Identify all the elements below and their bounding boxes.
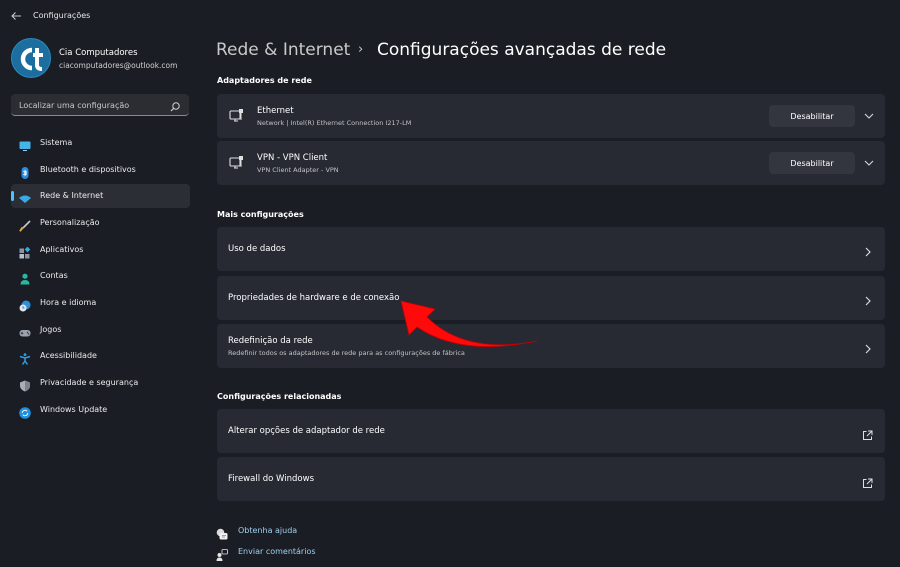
gamepad-icon: [19, 324, 31, 337]
avatar[interactable]: [11, 38, 51, 78]
sidebar-item-hora-idioma[interactable]: Hora e idioma: [11, 291, 190, 315]
sidebar-item-contas[interactable]: Contas: [11, 264, 190, 288]
brush-icon: [19, 217, 31, 232]
sidebar-item-privacidade[interactable]: Privacidade e segurança: [11, 371, 190, 395]
settings-item-data-usage[interactable]: Uso de dados: [217, 227, 885, 271]
disable-button[interactable]: Desabilitar: [769, 105, 855, 127]
help-chat-icon: [216, 525, 228, 540]
open-external-icon: [862, 426, 873, 440]
wifi-icon: [19, 190, 31, 203]
feedback-icon: [216, 546, 228, 561]
user-name: Cia Computadores: [59, 48, 138, 58]
disable-button[interactable]: Desabilitar: [769, 152, 855, 174]
adapter-card-ethernet[interactable]: Ethernet Network | Intel(R) Ethernet Con…: [217, 94, 885, 138]
sidebar-item-label: Bluetooth e dispositivos: [40, 165, 136, 174]
adapter-name: Ethernet: [257, 106, 294, 116]
breadcrumb-parent[interactable]: Rede & Internet: [216, 40, 350, 60]
search-input[interactable]: [19, 98, 169, 112]
sidebar-item-label: Privacidade e segurança: [40, 378, 139, 387]
chevron-right-icon: [863, 340, 873, 354]
sidebar-item-label: Acessibilidade: [40, 351, 97, 360]
adapter-card-vpn[interactable]: VPN - VPN Client VPN Client Adapter - VP…: [217, 141, 885, 185]
breadcrumb-separator: ›: [358, 42, 364, 57]
search-box[interactable]: [11, 94, 189, 116]
settings-item-title: Uso de dados: [228, 244, 286, 254]
settings-item-title: Redefinição da rede: [228, 336, 313, 346]
sidebar-item-rede-internet[interactable]: Rede & Internet: [11, 184, 190, 208]
related-item-adapter-options[interactable]: Alterar opções de adaptador de rede: [217, 409, 885, 453]
sidebar-item-personalizacao[interactable]: Personalização: [11, 211, 190, 235]
sidebar-item-label: Sistema: [40, 138, 73, 147]
title-bar: Configurações: [0, 0, 900, 32]
sidebar-item-bluetooth[interactable]: Bluetooth e dispositivos: [11, 158, 190, 182]
user-email: ciacomputadores@outlook.com: [59, 61, 178, 70]
sidebar-item-aplicativos[interactable]: Aplicativos: [11, 238, 190, 262]
related-item-title: Firewall do Windows: [228, 474, 314, 484]
sidebar-item-label: Aplicativos: [40, 245, 84, 254]
sidebar-item-label: Jogos: [40, 325, 62, 334]
open-external-icon: [862, 474, 873, 488]
sidebar-item-windows-update[interactable]: Windows Update: [11, 398, 190, 422]
update-icon: [19, 404, 31, 419]
chevron-right-icon: [863, 292, 873, 306]
sidebar-item-label: Windows Update: [40, 405, 108, 414]
section-title-more-settings: Mais configurações: [217, 210, 304, 219]
apps-icon: [19, 244, 31, 259]
sidebar-item-jogos[interactable]: Jogos: [11, 318, 190, 342]
network-adapter-icon: [228, 108, 244, 124]
settings-item-title: Propriedades de hardware e de conexão: [228, 293, 400, 303]
sidebar-item-label: Hora e idioma: [40, 298, 97, 307]
section-title-adapters: Adaptadores de rede: [217, 76, 312, 85]
back-arrow-icon[interactable]: [9, 9, 23, 23]
send-feedback-label[interactable]: Enviar comentários: [238, 547, 316, 556]
sidebar-item-label: Personalização: [40, 218, 100, 227]
chevron-down-icon[interactable]: [863, 155, 875, 171]
shield-icon: [19, 377, 31, 392]
related-item-firewall[interactable]: Firewall do Windows: [217, 457, 885, 501]
app-title: Configurações: [33, 11, 91, 20]
avatar-logo-icon: [20, 47, 43, 71]
adapter-description: Network | Intel(R) Ethernet Connection I…: [257, 119, 412, 127]
person-icon: [19, 270, 31, 285]
adapter-description: VPN Client Adapter - VPN: [257, 166, 339, 174]
sidebar-item-label: Contas: [40, 271, 68, 280]
get-help-label[interactable]: Obtenha ajuda: [238, 526, 297, 535]
page-title: Configurações avançadas de rede: [377, 40, 667, 60]
accessibility-icon: [19, 350, 31, 365]
settings-item-hardware-properties[interactable]: Propriedades de hardware e de conexão: [217, 276, 885, 320]
chevron-down-icon[interactable]: [863, 108, 875, 124]
bluetooth-icon: [19, 164, 31, 179]
settings-item-network-reset[interactable]: Redefinição da rede Redefinir todos os a…: [217, 324, 885, 368]
settings-item-subtitle: Redefinir todos os adaptadores de rede p…: [228, 349, 465, 357]
sidebar-item-acessibilidade[interactable]: Acessibilidade: [11, 344, 190, 368]
chevron-right-icon: [863, 243, 873, 257]
adapter-name: VPN - VPN Client: [257, 153, 328, 163]
clock-globe-icon: [19, 297, 31, 312]
sidebar-item-label: Rede & Internet: [40, 191, 104, 200]
search-icon[interactable]: [169, 98, 181, 112]
network-adapter-icon: [228, 155, 244, 171]
monitor-icon: [19, 137, 31, 151]
section-title-related-settings: Configurações relacionadas: [217, 392, 342, 401]
related-item-title: Alterar opções de adaptador de rede: [228, 426, 385, 436]
sidebar-item-sistema[interactable]: Sistema: [11, 131, 190, 155]
